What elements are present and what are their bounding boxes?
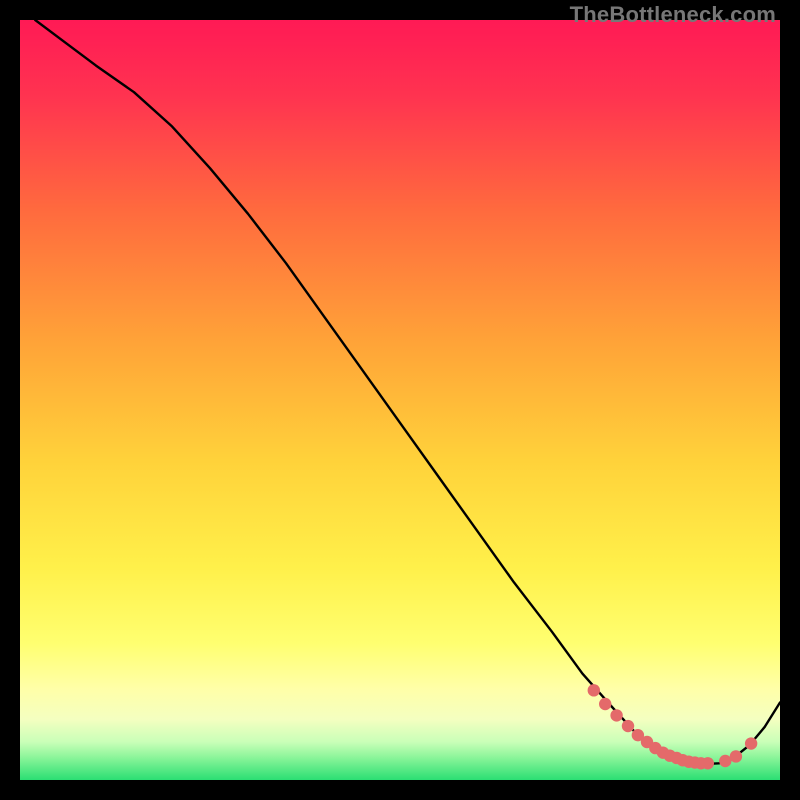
curve-marker [730, 750, 742, 762]
curve-marker [745, 737, 757, 749]
curve-marker [702, 757, 714, 769]
curve-marker [588, 684, 600, 696]
curve-marker [610, 709, 622, 721]
curve-marker [599, 698, 611, 710]
curve-marker [719, 755, 731, 767]
curve-marker [622, 720, 634, 732]
gradient-background [20, 20, 780, 780]
chart-svg [20, 20, 780, 780]
plot-area [20, 20, 780, 780]
watermark-text: TheBottleneck.com [570, 2, 776, 28]
